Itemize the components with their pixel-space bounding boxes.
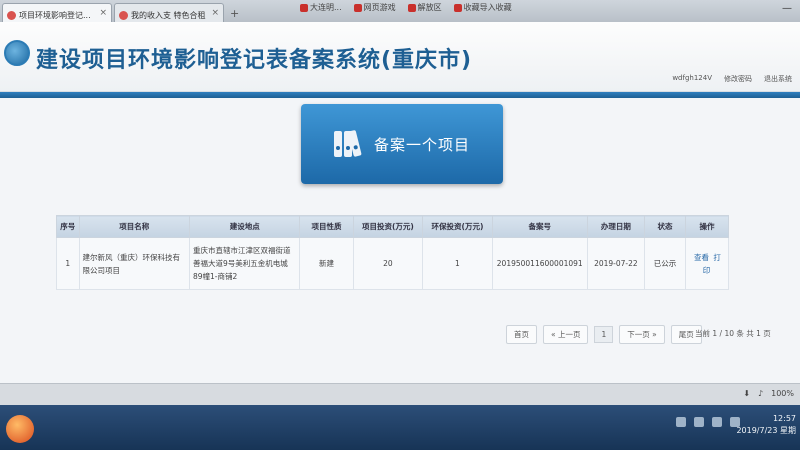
speaker-icon[interactable]: ♪ xyxy=(758,389,763,398)
minimize-button[interactable]: — xyxy=(782,3,792,14)
cell-nature: 新建 xyxy=(299,237,354,290)
zoom-level[interactable]: 100% xyxy=(771,389,794,398)
status-right: ⬇ ♪ 100% xyxy=(743,389,794,398)
bookmark-item[interactable]: 大连明... xyxy=(300,2,342,13)
cell-env-investment: 1 xyxy=(422,237,493,290)
col-header: 项目性质 xyxy=(299,215,354,238)
page-favicon-icon xyxy=(119,10,128,20)
col-header: 环保投资(万元) xyxy=(422,215,493,238)
flag-icon[interactable] xyxy=(676,417,686,427)
new-tab-button[interactable]: + xyxy=(226,7,243,22)
start-button[interactable] xyxy=(6,415,34,443)
col-header: 操作 xyxy=(684,215,730,238)
system-clock[interactable]: 12:57 2019/7/23 星期 xyxy=(736,413,796,437)
browser-tab-active[interactable]: 项目环境影响登记... × xyxy=(2,3,112,22)
page-content: 建设项目环境影响登记表备案系统(重庆市) wdfgh124V 修改密码 退出系统 xyxy=(0,22,800,405)
close-icon[interactable]: × xyxy=(99,8,107,18)
system-tray xyxy=(676,417,740,427)
table-row: 1 建尔新风（重庆）环保科技有限公司项目 重庆市直辖市江津区双福街道善福大道9号… xyxy=(56,237,730,290)
download-icon[interactable]: ⬇ xyxy=(743,389,750,398)
col-header: 项目名称 xyxy=(78,215,190,238)
new-record-button[interactable]: 备案一个项目 xyxy=(301,104,503,184)
next-page-button[interactable]: 下一页 » xyxy=(619,325,665,344)
page-title: 建设项目环境影响登记表备案系统(重庆市) xyxy=(36,48,473,73)
binder-shape xyxy=(333,131,342,157)
bookmark-icon xyxy=(353,3,362,12)
bookmark-item[interactable]: 收藏导入收藏 xyxy=(453,2,512,13)
bookmark-icon xyxy=(300,3,308,12)
clock-date: 2019/7/23 星期 xyxy=(736,426,796,435)
new-record-label: 备案一个项目 xyxy=(373,135,470,154)
bookmarks-bar: 大连明... 网页游戏 解放区 收藏导入收藏 xyxy=(300,2,512,13)
browser-tab-strip: 项目环境影响登记... × 我的收入支 特色合租 × + 大连明... 网页游戏… xyxy=(0,0,800,22)
cell-record-no: 201950011600001091 xyxy=(491,237,588,290)
user-links: wdfgh124V 修改密码 退出系统 xyxy=(672,74,792,84)
close-icon[interactable]: × xyxy=(211,8,219,18)
clock-time: 12:57 xyxy=(772,414,796,423)
browser-tab[interactable]: 我的收入支 特色合租 × xyxy=(114,3,224,22)
col-header: 办理日期 xyxy=(586,215,646,238)
logout-link[interactable]: 退出系统 xyxy=(764,74,792,84)
change-password-link[interactable]: 修改密码 xyxy=(724,74,752,84)
cell-date: 2019-07-22 xyxy=(586,237,646,290)
bookmark-icon xyxy=(407,3,416,12)
prev-page-button[interactable]: « 上一页 xyxy=(543,325,589,344)
site-header: 建设项目环境影响登记表备案系统(重庆市) wdfgh124V 修改密码 退出系统 xyxy=(0,22,800,92)
bookmark-item[interactable]: 解放区 xyxy=(407,2,442,13)
os-taskbar: 12:57 2019/7/23 星期 xyxy=(0,405,800,450)
col-header: 状态 xyxy=(644,215,686,238)
col-header: 序号 xyxy=(56,215,80,238)
cell-index: 1 xyxy=(56,237,80,290)
col-header: 项目投资(万元) xyxy=(352,215,424,238)
tab-label: 我的收入支 特色合租 xyxy=(131,10,206,20)
pagination: 首页 « 上一页 1 下一页 » 尾页 xyxy=(506,325,702,344)
bookmark-label: 解放区 xyxy=(417,3,442,12)
col-header: 建设地点 xyxy=(188,215,301,238)
table-header-row: 序号 项目名称 建设地点 项目性质 项目投资(万元) 环保投资(万元) 备案号 … xyxy=(56,215,730,238)
col-header: 备案号 xyxy=(491,215,588,238)
cell-project-name: 建尔新风（重庆）环保科技有限公司项目 xyxy=(78,237,190,290)
network-icon[interactable] xyxy=(712,417,722,427)
page-info: 当前 1 / 10 条 共 1 页 xyxy=(695,329,771,338)
cell-location: 重庆市直辖市江津区双福街道善福大道9号美利五金机电城89幢1-商铺2 xyxy=(188,237,301,290)
bookmark-icon xyxy=(453,3,462,12)
binders-icon xyxy=(333,129,362,157)
first-page-button[interactable]: 首页 xyxy=(506,325,537,344)
browser-status-bar: ⬇ ♪ 100% xyxy=(0,383,800,405)
page-favicon-icon xyxy=(7,10,16,20)
current-page-number[interactable]: 1 xyxy=(594,326,614,343)
shield-icon[interactable] xyxy=(694,417,704,427)
view-link[interactable]: 查看 xyxy=(694,253,709,262)
cell-status: 已公示 xyxy=(644,237,686,290)
username: wdfgh124V xyxy=(672,74,712,82)
bookmark-label: 大连明... xyxy=(310,3,342,12)
cell-investment: 20 xyxy=(352,237,424,290)
emblem-logo-icon xyxy=(4,40,30,66)
bookmark-label: 收藏导入收藏 xyxy=(463,3,512,12)
bookmark-item[interactable]: 网页游戏 xyxy=(353,2,396,13)
records-table: 序号 项目名称 建设地点 项目性质 项目投资(万元) 环保投资(万元) 备案号 … xyxy=(56,215,730,290)
tab-label: 项目环境影响登记... xyxy=(19,10,91,20)
bookmark-label: 网页游戏 xyxy=(363,3,396,12)
cell-actions: 查看 打印 xyxy=(684,237,730,290)
header-divider xyxy=(0,92,800,98)
